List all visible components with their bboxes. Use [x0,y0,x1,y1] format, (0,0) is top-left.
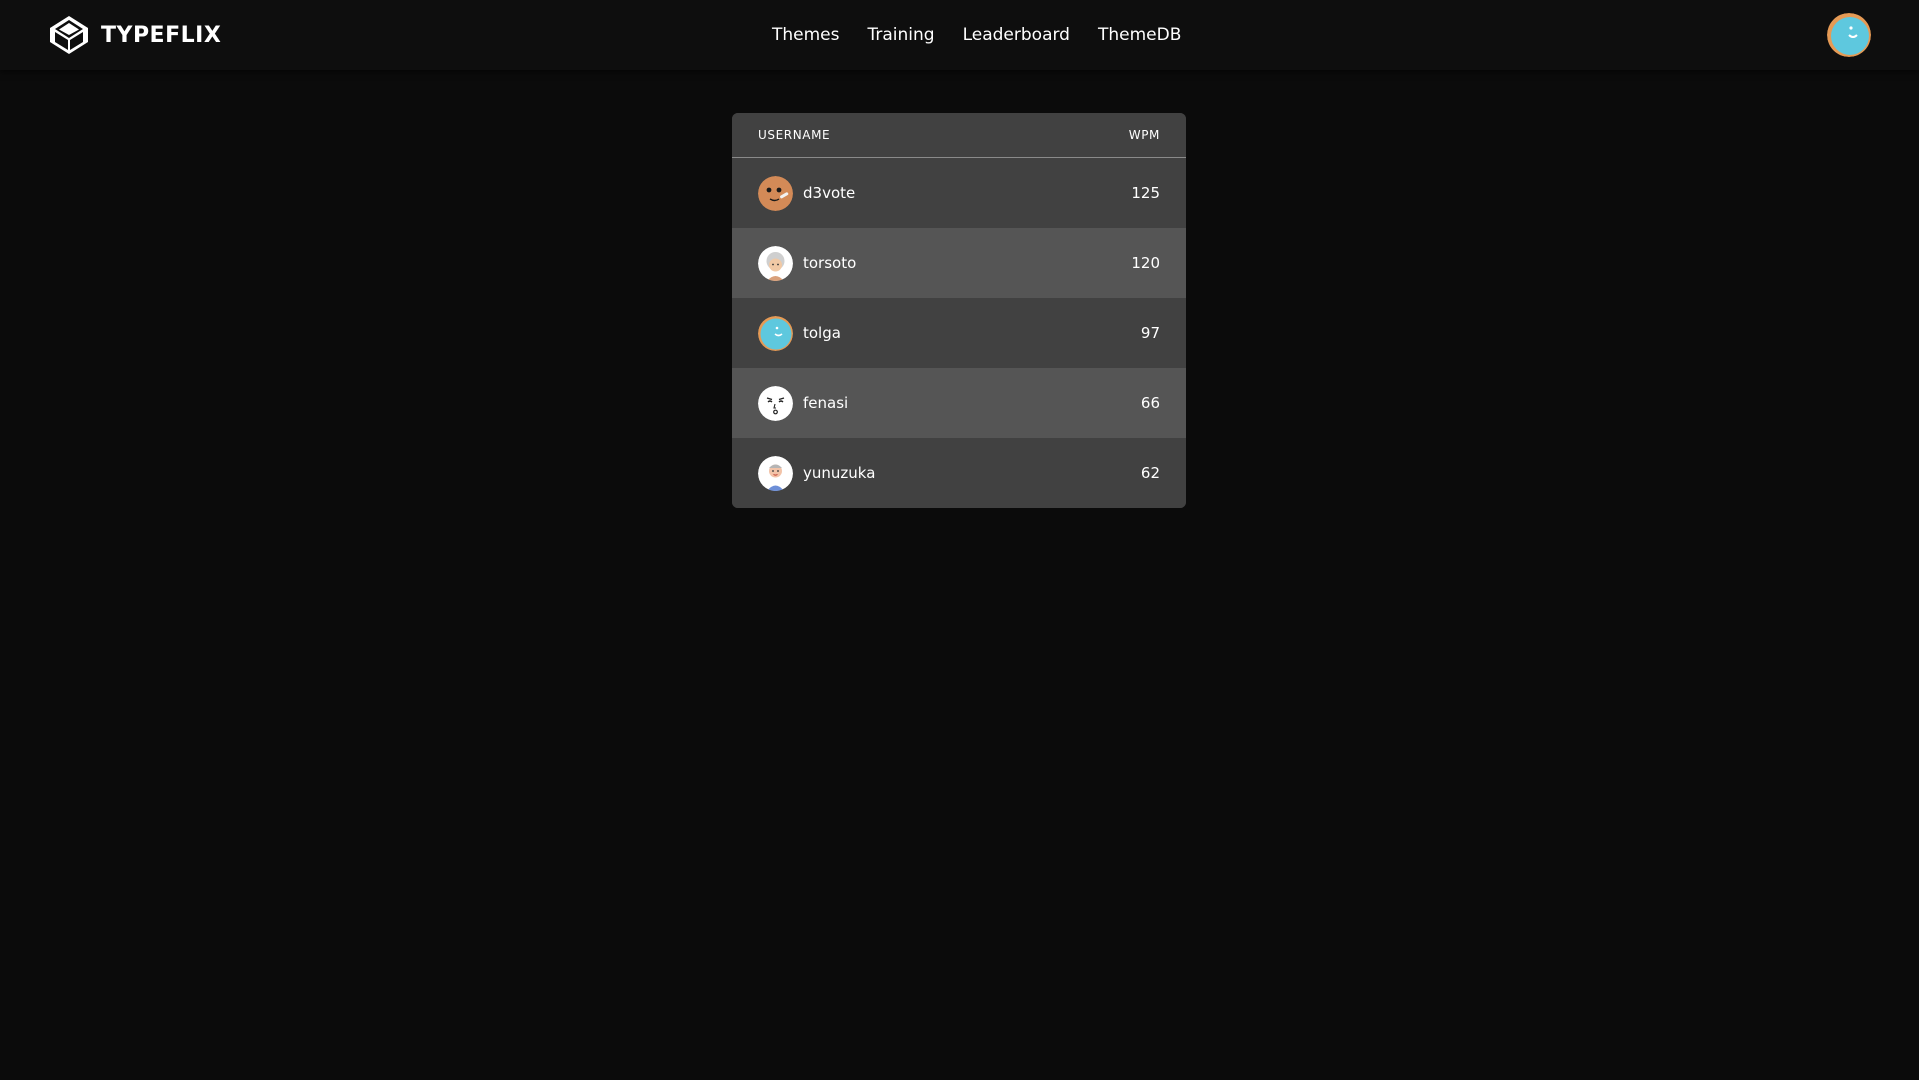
blue-shirt-avatar-icon [758,455,793,491]
column-wpm[interactable]: WPM [1129,128,1160,142]
brand-name: TYPEFLIX [101,22,222,48]
row-user: tolga [758,315,841,351]
nav-leaderboard[interactable]: Leaderboard [963,25,1070,45]
top-navigation-bar: TYPEFLIX Themes Training Leaderboard The… [0,0,1919,70]
wpm-value: 66 [1140,394,1160,412]
nav-themedb[interactable]: ThemeDB [1098,25,1181,45]
wpm-value: 97 [1140,324,1160,342]
table-row[interactable]: torsoto 120 [732,228,1186,298]
wpm-value: 62 [1140,464,1160,482]
nav-themes[interactable]: Themes [772,25,840,45]
white-face-avatar-icon [758,385,793,421]
row-user: d3vote [758,175,856,211]
orange-face-avatar-icon [758,175,793,211]
column-username[interactable]: USERNAME [758,128,830,142]
row-user: torsoto [758,245,857,281]
username: fenasi [803,394,849,412]
profile-avatar-button[interactable] [1827,13,1871,57]
blue-face-avatar-icon [758,315,793,351]
username: d3vote [803,184,856,202]
table-row[interactable]: d3vote 125 [732,158,1186,228]
grey-hair-avatar-icon [758,245,793,281]
table-row[interactable]: fenasi 66 [732,368,1186,438]
nav-training[interactable]: Training [868,25,935,45]
leaderboard-table: USERNAME WPM d3vote 125 torsoto 120 tolg… [732,113,1186,508]
wpm-value: 120 [1131,254,1160,272]
row-user: fenasi [758,385,849,421]
row-user: yunuzuka [758,455,876,491]
keycap-logo-icon [47,13,91,57]
table-row[interactable]: yunuzuka 62 [732,438,1186,508]
table-row[interactable]: tolga 97 [732,298,1186,368]
user-avatar-icon [1827,13,1871,57]
username: tolga [803,324,841,342]
username: torsoto [803,254,857,272]
username: yunuzuka [803,464,876,482]
main-nav: Themes Training Leaderboard ThemeDB [772,0,1181,70]
brand-logo[interactable]: TYPEFLIX [47,15,221,55]
table-header: USERNAME WPM [732,113,1186,158]
wpm-value: 125 [1131,184,1160,202]
